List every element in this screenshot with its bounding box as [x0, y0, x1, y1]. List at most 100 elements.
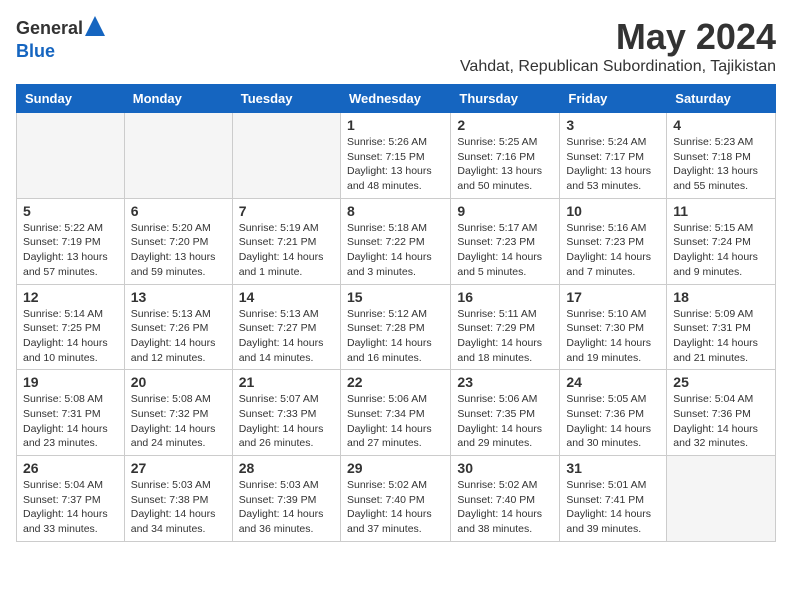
day-cell-31: 31 Sunrise: 5:01 AMSunset: 7:41 PMDayligh… [560, 456, 667, 542]
calendar-table: SundayMondayTuesdayWednesdayThursdayFrid… [16, 84, 776, 542]
day-info: Sunrise: 5:06 AMSunset: 7:34 PMDaylight:… [347, 392, 444, 451]
day-number: 9 [457, 203, 553, 219]
header-wednesday: Wednesday [340, 85, 450, 113]
day-cell-17: 17 Sunrise: 5:10 AMSunset: 7:30 PMDayligh… [560, 284, 667, 370]
day-cell-21: 21 Sunrise: 5:07 AMSunset: 7:33 PMDayligh… [232, 370, 340, 456]
day-info: Sunrise: 5:08 AMSunset: 7:31 PMDaylight:… [23, 392, 118, 451]
day-number: 21 [239, 374, 334, 390]
day-number: 10 [566, 203, 660, 219]
day-cell-9: 9Sunrise: 5:17 AMSunset: 7:23 PMDaylight… [451, 198, 560, 284]
logo-blue: Blue [16, 41, 55, 62]
day-number: 26 [23, 460, 118, 476]
header-tuesday: Tuesday [232, 85, 340, 113]
day-info: Sunrise: 5:13 AMSunset: 7:27 PMDaylight:… [239, 307, 334, 366]
day-cell-2: 2 Sunrise: 5:25 AMSunset: 7:16 PMDaylight… [451, 113, 560, 199]
day-number: 25 [673, 374, 769, 390]
day-info: Sunrise: 5:19 AMSunset: 7:21 PMDaylight:… [239, 221, 334, 280]
day-number: 2 [457, 117, 553, 133]
day-info: Sunrise: 5:22 AMSunset: 7:19 PMDaylight:… [23, 221, 118, 280]
day-info: Sunrise: 5:16 AMSunset: 7:23 PMDaylight:… [566, 221, 660, 280]
title-block: May 2024 Vahdat, Republican Subordinatio… [460, 16, 776, 76]
day-number: 27 [131, 460, 226, 476]
day-info: Sunrise: 5:06 AMSunset: 7:35 PMDaylight:… [457, 392, 553, 451]
day-cell-23: 23 Sunrise: 5:06 AMSunset: 7:35 PMDayligh… [451, 370, 560, 456]
day-info: Sunrise: 5:09 AMSunset: 7:31 PMDaylight:… [673, 307, 769, 366]
week-row-4: 19 Sunrise: 5:08 AMSunset: 7:31 PMDayligh… [17, 370, 776, 456]
page-header: General Blue May 2024 Vahdat, Republican… [16, 16, 776, 76]
day-info: Sunrise: 5:20 AMSunset: 7:20 PMDaylight:… [131, 221, 226, 280]
day-info: Sunrise: 5:11 AMSunset: 7:29 PMDaylight:… [457, 307, 553, 366]
day-number: 30 [457, 460, 553, 476]
logo-general: General [16, 18, 83, 39]
day-info: Sunrise: 5:05 AMSunset: 7:36 PMDaylight:… [566, 392, 660, 451]
header-monday: Monday [124, 85, 232, 113]
day-cell-29: 29 Sunrise: 5:02 AMSunset: 7:40 PMDayligh… [340, 456, 450, 542]
day-info: Sunrise: 5:23 AMSunset: 7:18 PMDaylight:… [673, 135, 769, 194]
day-cell-3: 3 Sunrise: 5:24 AMSunset: 7:17 PMDaylight… [560, 113, 667, 199]
day-cell-1: 1 Sunrise: 5:26 AMSunset: 7:15 PMDaylight… [340, 113, 450, 199]
day-number: 6 [131, 203, 226, 219]
location-title: Vahdat, Republican Subordination, Tajiki… [460, 58, 776, 76]
day-info: Sunrise: 5:12 AMSunset: 7:28 PMDaylight:… [347, 307, 444, 366]
day-info: Sunrise: 5:25 AMSunset: 7:16 PMDaylight:… [457, 135, 553, 194]
week-row-5: 26 Sunrise: 5:04 AMSunset: 7:37 PMDayligh… [17, 456, 776, 542]
day-cell-20: 20Sunrise: 5:08 AMSunset: 7:32 PMDayligh… [124, 370, 232, 456]
day-number: 7 [239, 203, 334, 219]
day-info: Sunrise: 5:04 AMSunset: 7:37 PMDaylight:… [23, 478, 118, 537]
day-cell-6: 6 Sunrise: 5:20 AMSunset: 7:20 PMDaylight… [124, 198, 232, 284]
day-number: 1 [347, 117, 444, 133]
day-number: 8 [347, 203, 444, 219]
empty-cell [124, 113, 232, 199]
day-cell-4: 4 Sunrise: 5:23 AMSunset: 7:18 PMDaylight… [667, 113, 776, 199]
day-cell-26: 26 Sunrise: 5:04 AMSunset: 7:37 PMDayligh… [17, 456, 125, 542]
day-number: 14 [239, 289, 334, 305]
day-cell-18: 18Sunrise: 5:09 AMSunset: 7:31 PMDayligh… [667, 284, 776, 370]
day-info: Sunrise: 5:02 AMSunset: 7:40 PMDaylight:… [347, 478, 444, 537]
day-number: 24 [566, 374, 660, 390]
day-number: 12 [23, 289, 118, 305]
day-number: 3 [566, 117, 660, 133]
month-title: May 2024 [460, 16, 776, 58]
empty-cell [232, 113, 340, 199]
day-number: 16 [457, 289, 553, 305]
day-info: Sunrise: 5:15 AMSunset: 7:24 PMDaylight:… [673, 221, 769, 280]
empty-cell [667, 456, 776, 542]
day-info: Sunrise: 5:24 AMSunset: 7:17 PMDaylight:… [566, 135, 660, 194]
header-thursday: Thursday [451, 85, 560, 113]
day-info: Sunrise: 5:14 AMSunset: 7:25 PMDaylight:… [23, 307, 118, 366]
day-cell-28: 28Sunrise: 5:03 AMSunset: 7:39 PMDayligh… [232, 456, 340, 542]
day-info: Sunrise: 5:04 AMSunset: 7:36 PMDaylight:… [673, 392, 769, 451]
day-info: Sunrise: 5:02 AMSunset: 7:40 PMDaylight:… [457, 478, 553, 537]
week-row-2: 5Sunrise: 5:22 AMSunset: 7:19 PMDaylight… [17, 198, 776, 284]
day-cell-27: 27 Sunrise: 5:03 AMSunset: 7:38 PMDayligh… [124, 456, 232, 542]
day-number: 23 [457, 374, 553, 390]
day-info: Sunrise: 5:01 AMSunset: 7:41 PMDaylight:… [566, 478, 660, 537]
day-number: 19 [23, 374, 118, 390]
day-info: Sunrise: 5:08 AMSunset: 7:32 PMDaylight:… [131, 392, 226, 451]
week-row-3: 12 Sunrise: 5:14 AMSunset: 7:25 PMDayligh… [17, 284, 776, 370]
day-cell-5: 5Sunrise: 5:22 AMSunset: 7:19 PMDaylight… [17, 198, 125, 284]
logo-icon [85, 16, 105, 36]
day-info: Sunrise: 5:10 AMSunset: 7:30 PMDaylight:… [566, 307, 660, 366]
day-info: Sunrise: 5:07 AMSunset: 7:33 PMDaylight:… [239, 392, 334, 451]
day-number: 15 [347, 289, 444, 305]
day-number: 13 [131, 289, 226, 305]
day-cell-10: 10 Sunrise: 5:16 AMSunset: 7:23 PMDayligh… [560, 198, 667, 284]
day-info: Sunrise: 5:03 AMSunset: 7:38 PMDaylight:… [131, 478, 226, 537]
day-cell-22: 22 Sunrise: 5:06 AMSunset: 7:34 PMDayligh… [340, 370, 450, 456]
day-cell-16: 16 Sunrise: 5:11 AMSunset: 7:29 PMDayligh… [451, 284, 560, 370]
day-number: 31 [566, 460, 660, 476]
calendar-header-row: SundayMondayTuesdayWednesdayThursdayFrid… [17, 85, 776, 113]
day-info: Sunrise: 5:13 AMSunset: 7:26 PMDaylight:… [131, 307, 226, 366]
day-cell-7: 7 Sunrise: 5:19 AMSunset: 7:21 PMDaylight… [232, 198, 340, 284]
day-cell-8: 8Sunrise: 5:18 AMSunset: 7:22 PMDaylight… [340, 198, 450, 284]
day-number: 22 [347, 374, 444, 390]
day-info: Sunrise: 5:03 AMSunset: 7:39 PMDaylight:… [239, 478, 334, 537]
header-friday: Friday [560, 85, 667, 113]
day-number: 4 [673, 117, 769, 133]
day-cell-12: 12 Sunrise: 5:14 AMSunset: 7:25 PMDayligh… [17, 284, 125, 370]
day-info: Sunrise: 5:26 AMSunset: 7:15 PMDaylight:… [347, 135, 444, 194]
day-number: 17 [566, 289, 660, 305]
day-cell-15: 15 Sunrise: 5:12 AMSunset: 7:28 PMDayligh… [340, 284, 450, 370]
day-number: 29 [347, 460, 444, 476]
